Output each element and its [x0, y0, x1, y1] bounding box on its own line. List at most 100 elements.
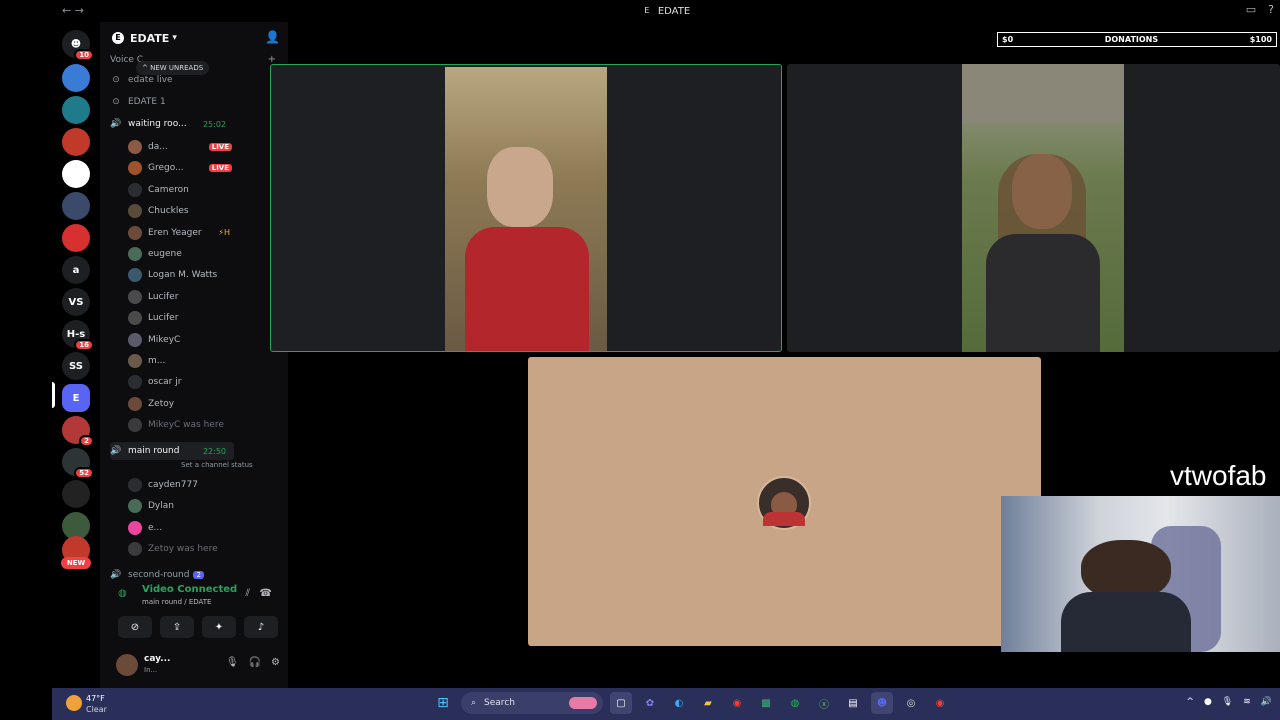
invite-icon[interactable]: 👤	[265, 30, 280, 44]
server-badge: 2	[79, 435, 94, 447]
record-icon[interactable]: ●	[1204, 697, 1212, 707]
chrome-icon[interactable]: ◉	[929, 692, 951, 714]
voice-member[interactable]: Dylan	[128, 496, 238, 516]
volume-icon[interactable]: 🔊	[1261, 697, 1272, 707]
member-name: oscar jr	[148, 377, 182, 388]
screen-share-icon[interactable]: ⇪	[160, 616, 194, 638]
taskbar: 47°F Clear ⊞ ⌕ Search ▢ ✿ ◐ ▰ ◉ ▩ ◍ ⓧ ▤ …	[52, 688, 1280, 720]
video-tile-3[interactable]	[528, 357, 1041, 646]
edge-icon[interactable]: ◐	[668, 692, 690, 714]
voice-location[interactable]: main round / EDATE	[142, 598, 211, 606]
disconnect-icon[interactable]: ☎	[260, 588, 272, 599]
store-icon[interactable]: ▤	[842, 692, 864, 714]
back-icon[interactable]: ← →	[62, 4, 84, 17]
voice-member[interactable]: m...	[128, 351, 238, 371]
server-9[interactable]	[62, 480, 90, 508]
home-button[interactable]: ☻ 10	[62, 30, 94, 61]
server-ss[interactable]: SS	[62, 352, 90, 380]
voice-member[interactable]: Eren Yeager ⚡H	[128, 223, 238, 243]
soundboard-icon[interactable]: ♪	[244, 616, 278, 638]
camera-off-icon[interactable]: ⊘	[118, 616, 152, 638]
voice-member[interactable]: Cameron	[128, 180, 238, 200]
activities-icon[interactable]: ✦	[202, 616, 236, 638]
voice-member[interactable]: da... LIVE	[128, 137, 238, 157]
server-3[interactable]	[62, 128, 90, 156]
settings-gear-icon[interactable]: ⚙	[271, 657, 280, 668]
server-a[interactable]: a	[62, 256, 90, 284]
avatar	[128, 375, 142, 390]
voice-member[interactable]: Lucifer	[128, 287, 238, 307]
voice-member[interactable]: Zetoy	[128, 394, 238, 414]
guild-header[interactable]: E EDATE ▾ 👤	[100, 26, 288, 50]
wifi-icon[interactable]: ≋	[1243, 697, 1251, 707]
voice-member[interactable]: Chuckles	[128, 201, 238, 221]
avatar	[128, 520, 142, 535]
voice-member[interactable]: oscar jr	[128, 372, 238, 392]
member-name: Eren Yeager	[148, 227, 202, 238]
inbox-icon[interactable]: ▭	[1246, 3, 1256, 16]
discord-icon[interactable]: ☻	[871, 692, 893, 714]
server-1[interactable]	[62, 64, 90, 92]
member-name: Dylan	[148, 501, 174, 512]
server-vs[interactable]: VS	[62, 288, 90, 316]
channel-3[interactable]: 🔊 waiting roo... 25:02	[110, 115, 234, 133]
server-4[interactable]	[62, 160, 90, 188]
channel-name: EDATE 1	[128, 97, 166, 107]
help-icon[interactable]: ?	[1268, 3, 1274, 16]
server-rail: ☻ 10 a VS H-s 16 SS E 2 52 NEW	[52, 22, 100, 688]
voice-member[interactable]: eugene	[128, 244, 238, 264]
voice-member[interactable]: e...	[128, 518, 238, 538]
signal-icon[interactable]: ◍	[118, 588, 127, 599]
server-5[interactable]	[62, 192, 90, 220]
xbox-icon[interactable]: ⓧ	[813, 692, 835, 714]
noise-suppression-icon[interactable]: ⫽	[246, 588, 250, 599]
member-name: da...	[148, 142, 168, 152]
channel-1[interactable]: ⊙ edate live	[110, 71, 234, 89]
server-7[interactable]: 2	[62, 416, 94, 447]
voice-member[interactable]: Logan M. Watts	[128, 265, 238, 285]
chrome-icon[interactable]: ◉	[726, 692, 748, 714]
voice-member[interactable]: Grego... LIVE	[128, 158, 238, 178]
avatar	[128, 542, 142, 557]
channel-main-round[interactable]: 🔊 main round 22:50	[110, 442, 234, 460]
microphone-icon[interactable]: 🎙	[226, 657, 239, 668]
search-icon: ⌕	[471, 698, 477, 708]
task-view-icon[interactable]: ▢	[610, 692, 632, 714]
voice-member[interactable]: MikeyC was here	[128, 415, 238, 435]
spotify-icon[interactable]: ◍	[784, 692, 806, 714]
speaker-icon: 🔊	[110, 446, 122, 456]
member-name: Chuckles	[148, 206, 189, 217]
obs-icon[interactable]: ◎	[900, 692, 922, 714]
voice-member[interactable]: cayden777	[128, 475, 238, 495]
server-2[interactable]	[62, 96, 90, 124]
video-tile-2[interactable]	[787, 64, 1280, 352]
server-label: SS	[69, 360, 83, 372]
voice-member[interactable]: Zetoy was here	[128, 539, 238, 559]
voice-member[interactable]: Lucifer	[128, 308, 238, 328]
microphone-icon[interactable]: 🎙	[1222, 697, 1233, 707]
server-label: H-s	[66, 328, 86, 340]
file-explorer-icon[interactable]: ▰	[697, 692, 719, 714]
avatar	[128, 499, 142, 514]
avatar[interactable]	[116, 654, 138, 676]
new-badge: NEW	[61, 557, 91, 569]
teams-icon[interactable]: ✿	[639, 692, 661, 714]
chevron-up-icon[interactable]: ^	[1186, 697, 1194, 707]
start-icon[interactable]: ⊞	[432, 692, 454, 714]
search-input[interactable]: ⌕ Search	[461, 692, 603, 714]
server-hs[interactable]: H-s 16	[62, 320, 94, 351]
server-edate[interactable]: E	[62, 384, 90, 412]
server-badge: 16	[74, 339, 94, 351]
channel-status[interactable]: Set a channel status	[181, 461, 253, 469]
channel-2[interactable]: ⊙ EDATE 1	[110, 93, 234, 111]
minecraft-icon[interactable]: ▩	[755, 692, 777, 714]
avatar	[128, 182, 142, 197]
server-6[interactable]	[62, 224, 90, 252]
participant-video	[962, 64, 1124, 352]
server-8[interactable]: 52	[62, 448, 94, 479]
headphones-icon[interactable]: 🎧	[249, 657, 261, 668]
member-name: Logan M. Watts	[148, 270, 218, 281]
voice-member[interactable]: MikeyC	[128, 330, 238, 350]
speaker-icon: 🔊	[110, 570, 122, 580]
video-tile-1[interactable]	[270, 64, 782, 352]
